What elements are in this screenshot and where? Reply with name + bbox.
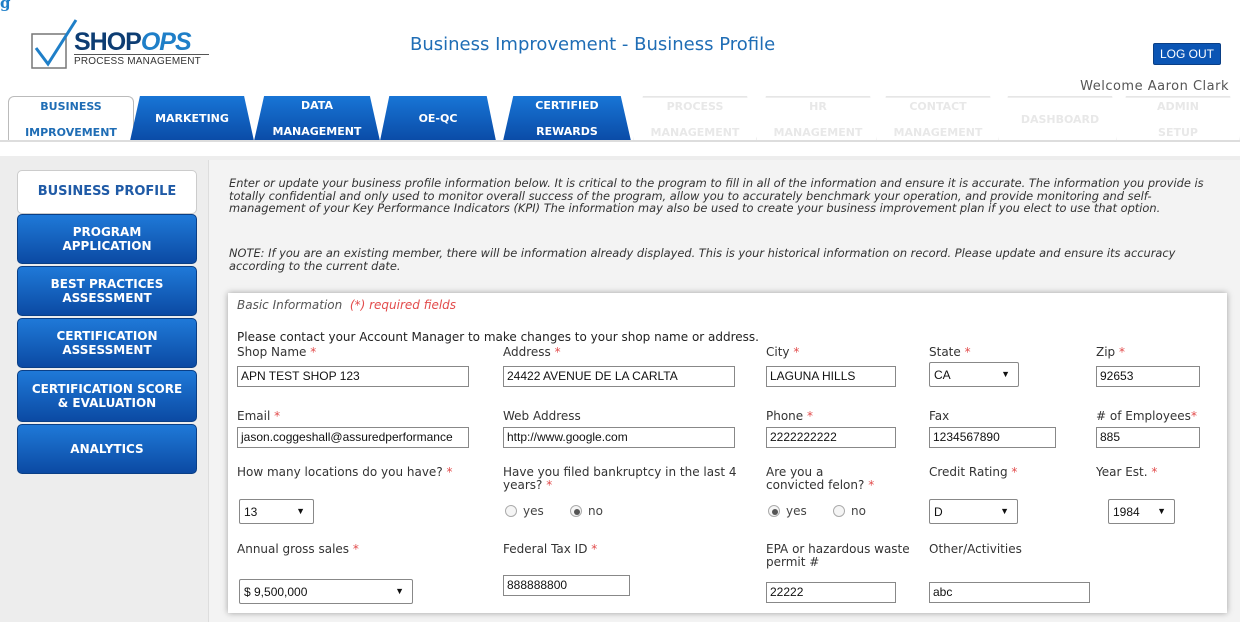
logo-brand: SHOPOPS <box>74 28 192 56</box>
credit-rating-select[interactable]: D ▼ <box>929 499 1018 524</box>
tab-hr-management[interactable]: HR MANAGEMENT <box>756 96 880 141</box>
federal-tax-id-label: Federal Tax ID * <box>503 542 598 556</box>
radio-button-selected-icon <box>570 505 582 517</box>
chevron-down-icon: ▼ <box>395 586 404 596</box>
intro-text: Enter or update your business profile in… <box>229 176 1204 216</box>
bankruptcy-no-radio[interactable]: no <box>570 504 603 518</box>
chevron-down-icon: ▼ <box>1000 506 1009 516</box>
zip-input[interactable]: 92653 <box>1096 366 1200 387</box>
city-input[interactable]: LAGUNA HILLS <box>766 366 896 387</box>
felon-no-radio[interactable]: no <box>833 504 866 518</box>
address-input[interactable]: 24422 AVENUE DE LA CARLTA <box>503 366 735 387</box>
annual-sales-select[interactable]: $ 9,500,000 ▼ <box>239 579 413 604</box>
page-title: Business Improvement - Business Profile <box>410 34 776 55</box>
state-value: CA <box>934 368 951 382</box>
address-label: Address * <box>503 345 561 359</box>
email-label: Email * <box>237 409 281 423</box>
tab-business-improvement[interactable]: BUSINESS IMPROVEMENT <box>8 96 134 142</box>
tab-contact-management[interactable]: CONTACT MANAGEMENT <box>876 96 1000 141</box>
shop-name-label: Shop Name * <box>237 345 317 359</box>
chevron-down-icon: ▼ <box>296 506 305 516</box>
contact-message: Please contact your Account Manager to m… <box>237 330 759 344</box>
tab-oe-qc[interactable]: OE-QC <box>380 96 496 141</box>
sidebar-item-best-practices[interactable]: BEST PRACTICES ASSESSMENT <box>17 266 197 316</box>
note-text: NOTE: If you are an existing member, the… <box>229 246 1176 273</box>
tab-marketing[interactable]: MARKETING <box>130 96 254 141</box>
felon-yes-radio[interactable]: yes <box>768 504 807 518</box>
city-label: City * <box>766 345 800 359</box>
fax-label: Fax <box>929 409 950 423</box>
form-legend: Basic Information (*) required fields <box>237 298 457 312</box>
sidebar-item-program-application[interactable]: PROGRAM APPLICATION <box>17 214 197 264</box>
web-address-input[interactable]: http://www.google.com <box>503 427 735 448</box>
sidebar-item-business-profile[interactable]: BUSINESS PROFILE <box>17 170 197 214</box>
tab-admin-setup[interactable]: ADMIN SETUP <box>1116 96 1240 141</box>
logo-tagline: PROCESS MANAGEMENT <box>74 56 201 67</box>
other-activities-label: Other/Activities <box>929 542 1022 556</box>
other-activities-input[interactable]: abc <box>929 582 1090 603</box>
tab-certified-rewards[interactable]: CERTIFIED REWARDS <box>503 96 631 141</box>
chevron-down-icon: ▼ <box>1157 506 1166 516</box>
main-tabs: BUSINESS IMPROVEMENT MARKETING DATA MANAGE… <box>8 96 1240 142</box>
logout-button[interactable]: LOG OUT <box>1153 43 1222 65</box>
locations-select[interactable]: 13 ▼ <box>239 499 314 524</box>
state-label: State * <box>929 345 971 359</box>
email-input[interactable]: jason.coggeshall@assuredperformance <box>237 427 469 448</box>
sidebar-item-analytics[interactable]: ANALYTICS <box>17 424 197 474</box>
zip-label: Zip * <box>1096 345 1125 359</box>
epa-permit-input[interactable]: 22222 <box>766 582 896 603</box>
tab-process-management[interactable]: PROCESS MANAGEMENT <box>633 96 757 141</box>
annual-sales-value: $ 9,500,000 <box>244 585 308 599</box>
annual-sales-label: Annual gross sales * <box>237 542 359 556</box>
radio-button-selected-icon <box>768 505 780 517</box>
employees-input[interactable]: 885 <box>1096 427 1200 448</box>
federal-tax-id-input[interactable]: 888888800 <box>503 575 630 596</box>
epa-permit-label: EPA or hazardous waste permit # <box>766 542 910 569</box>
shop-name-input[interactable]: APN TEST SHOP 123 <box>237 366 469 387</box>
locations-label: How many locations do you have? * <box>237 465 453 479</box>
state-select[interactable]: CA ▼ <box>929 362 1019 387</box>
phone-input[interactable]: 2222222222 <box>766 427 896 448</box>
credit-rating-value: D <box>934 505 943 519</box>
tab-divider <box>0 140 1240 142</box>
tab-data-management[interactable]: DATA MANAGEMENT <box>254 96 380 141</box>
welcome-text: Welcome Aaron Clark <box>1080 79 1229 94</box>
checkmark-icon <box>31 19 78 69</box>
year-est-value: 1984 <box>1113 505 1140 519</box>
bankruptcy-label: Have you filed bankruptcy in the last 4y… <box>503 465 737 492</box>
year-est-label: Year Est. * <box>1096 465 1158 479</box>
sidebar-item-certification-score[interactable]: CERTIFICATION SCORE & EVALUATION <box>17 370 197 422</box>
phone-label: Phone * <box>766 409 813 423</box>
locations-value: 13 <box>244 505 258 519</box>
sidebar-item-certification-assessment[interactable]: CERTIFICATION ASSESSMENT <box>17 318 197 368</box>
felon-label: Are you a convicted felon? * <box>766 465 875 492</box>
credit-rating-label: Credit Rating * <box>929 465 1018 479</box>
tab-dashboard[interactable]: DASHBOARD <box>998 96 1122 141</box>
radio-button-unselected-icon <box>833 505 845 517</box>
top-fragment-text: g <box>0 0 11 12</box>
fax-input[interactable]: 1234567890 <box>929 427 1056 448</box>
chevron-down-icon: ▼ <box>1001 369 1010 379</box>
top-fragment: g <box>0 0 1240 12</box>
web-address-label: Web Address <box>503 409 581 423</box>
logo-divider <box>74 54 209 55</box>
radio-button-unselected-icon <box>505 505 517 517</box>
employees-label: # of Employees* <box>1096 409 1197 423</box>
bankruptcy-yes-radio[interactable]: yes <box>505 504 544 518</box>
shopops-logo[interactable]: SHOPOPS PROCESS MANAGEMENT <box>30 18 220 73</box>
year-est-select[interactable]: 1984 ▼ <box>1108 499 1175 524</box>
